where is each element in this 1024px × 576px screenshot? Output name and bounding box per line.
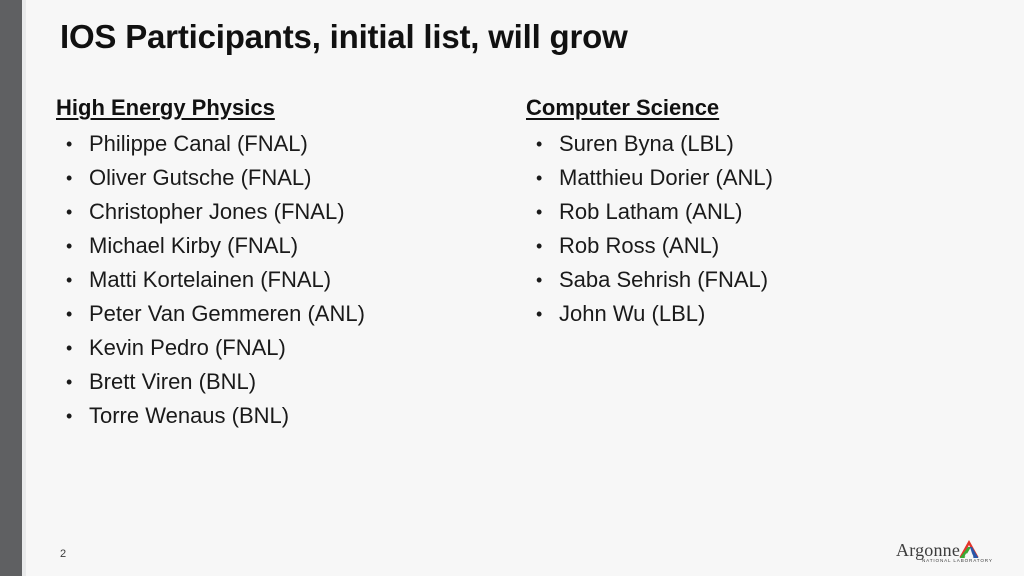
list-item: • Rob Ross (ANL) — [526, 229, 956, 263]
bullet-icon: • — [66, 134, 73, 154]
bullet-icon: • — [66, 304, 73, 324]
bullet-icon: • — [66, 338, 73, 358]
list-item: • Rob Latham (ANL) — [526, 195, 956, 229]
list-item-label: Suren Byna (LBL) — [559, 131, 734, 156]
list-item-label: Matthieu Dorier (ANL) — [559, 165, 773, 190]
bullet-icon: • — [66, 372, 73, 392]
argonne-wordmark: Argonne — [896, 540, 961, 560]
list-item: • Peter Van Gemmeren (ANL) — [56, 297, 496, 331]
page-title: IOS Participants, initial list, will gro… — [60, 18, 628, 55]
list-item: • Kevin Pedro (FNAL) — [56, 331, 496, 365]
column-high-energy-physics: High Energy Physics • Philippe Canal (FNA… — [56, 94, 496, 433]
list-item-label: Rob Ross (ANL) — [559, 233, 720, 258]
list-item: • John Wu (LBL) — [526, 297, 956, 331]
column-computer-science: Computer Science • Suren Byna (LBL) • Matt… — [526, 94, 956, 331]
bullet-icon: • — [536, 304, 543, 324]
list-item-label: Torre Wenaus (BNL) — [89, 403, 290, 428]
list-item: • Saba Sehrish (FNAL) — [526, 263, 956, 297]
bullet-icon: • — [536, 236, 543, 256]
bullet-icon: • — [66, 202, 73, 222]
bullet-icon: • — [66, 270, 73, 290]
argonne-triangle-icon — [959, 540, 979, 558]
list-item: • Matthieu Dorier (ANL) — [526, 161, 956, 195]
list-item-label: Philippe Canal (FNAL) — [89, 131, 308, 156]
bullet-icon: • — [66, 168, 73, 188]
column-heading: Computer Science — [526, 95, 720, 120]
list-item-label: Kevin Pedro (FNAL) — [89, 335, 286, 360]
bullet-icon: • — [536, 270, 543, 290]
left-accent-bar-gap — [22, 0, 26, 576]
list-item-label: Rob Latham (ANL) — [559, 199, 743, 224]
participant-list-cs: • Suren Byna (LBL) • Matthieu Dorier (ANL)… — [526, 127, 956, 331]
list-item-label: Matti Kortelainen (FNAL) — [89, 267, 332, 292]
column-heading: High Energy Physics — [56, 95, 275, 120]
list-item-label: Oliver Gutsche (FNAL) — [89, 165, 312, 190]
left-accent-bar — [0, 0, 22, 576]
bullet-icon: • — [66, 406, 73, 426]
argonne-logo: Argonne NATIONAL LABORATORY — [896, 538, 996, 568]
list-item-label: Saba Sehrish (FNAL) — [559, 267, 769, 292]
list-item-label: Michael Kirby (FNAL) — [89, 233, 299, 258]
list-item: • Brett Viren (BNL) — [56, 365, 496, 399]
list-item-label: Christopher Jones (FNAL) — [89, 199, 345, 224]
bullet-icon: • — [536, 134, 543, 154]
list-item: • Suren Byna (LBL) — [526, 127, 956, 161]
list-item: • Michael Kirby (FNAL) — [56, 229, 496, 263]
slide-canvas: IOS Participants, initial list, will gro… — [0, 0, 1024, 576]
list-item-label: Brett Viren (BNL) — [89, 369, 257, 394]
page-number: 2 — [60, 548, 67, 560]
list-item: • Matti Kortelainen (FNAL) — [56, 263, 496, 297]
list-item: • Christopher Jones (FNAL) — [56, 195, 496, 229]
bullet-icon: • — [66, 236, 73, 256]
participant-list-hep: • Philippe Canal (FNAL) • Oliver Gutsche (… — [56, 127, 496, 433]
list-item: • Oliver Gutsche (FNAL) — [56, 161, 496, 195]
list-item-label: John Wu (LBL) — [559, 301, 706, 326]
bullet-icon: • — [536, 168, 543, 188]
list-item: • Torre Wenaus (BNL) — [56, 399, 496, 433]
bullet-icon: • — [536, 202, 543, 222]
list-item: • Philippe Canal (FNAL) — [56, 127, 496, 161]
list-item-label: Peter Van Gemmeren (ANL) — [89, 301, 365, 326]
